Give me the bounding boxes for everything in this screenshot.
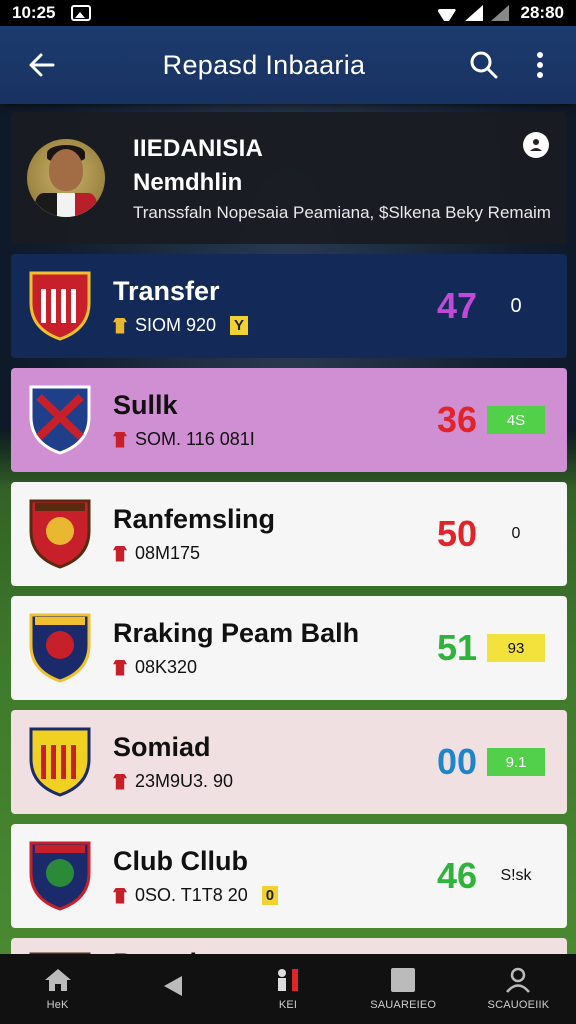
club-crest-icon: [27, 609, 93, 688]
club-subline: 0SO. T1T8 20 0: [113, 885, 279, 906]
club-name: Sullk: [113, 390, 178, 420]
nav-profile-label: SCAUOEIIK: [487, 999, 550, 1011]
shirt-icon: [113, 887, 127, 904]
shirt-icon: [113, 659, 127, 676]
club-row[interactable]: Club Cllub 0SO. T1T8 20 0 46 S!sk: [11, 824, 567, 928]
club-crest-icon: [27, 495, 93, 574]
club-score: 50: [436, 513, 478, 554]
nav-players-label: KEI: [278, 999, 298, 1011]
player-avatar: [27, 139, 105, 217]
club-score: 46: [436, 855, 478, 896]
club-text: Club Cllub 0SO. T1T8 20 0: [113, 846, 279, 906]
search-icon: [470, 51, 498, 79]
club-name: Rraking Peam Balh: [113, 618, 360, 648]
app-bar: Repasd Inbaaria: [0, 26, 576, 104]
club-name: Transfer: [113, 276, 220, 306]
club-crest-icon: [27, 837, 93, 916]
back-button[interactable]: [12, 35, 72, 95]
more-vertical-icon: [537, 52, 543, 78]
club-sub-text: 23M9U3. 90: [135, 771, 234, 791]
club-chip: 4S: [487, 406, 545, 434]
club-subline: 08K320: [113, 657, 359, 678]
status-bar: 10:25 28:80: [0, 0, 576, 26]
club-text: Transfer SIOM 920 Y: [113, 276, 249, 336]
club-sub-text: SOM. 116 081I: [135, 429, 255, 449]
club-score: 47: [436, 285, 478, 326]
club-subline: 23M9U3. 90: [113, 771, 233, 792]
nav-back[interactable]: [115, 954, 230, 1024]
nav-home-label: HeK: [46, 999, 69, 1011]
club-sub-text: 08M175: [135, 543, 201, 563]
shirt-icon: [113, 773, 127, 790]
club-text: Ranfemsling 08M175: [113, 504, 275, 564]
club-sub-text: SIOM 920: [135, 315, 217, 335]
shirt-icon: [113, 317, 127, 334]
square-icon: [391, 968, 416, 992]
nav-square[interactable]: SAUAREIEO: [346, 954, 461, 1024]
club-crest-icon: [27, 381, 93, 460]
more-options-button[interactable]: [512, 35, 568, 95]
arrow-left-icon: [29, 53, 55, 77]
shirt-icon: [113, 545, 127, 562]
club-chip: S!sk: [500, 867, 532, 884]
club-row[interactable]: Somiad 23M9U3. 90 00 9.1: [11, 710, 567, 814]
club-tag: 0: [261, 886, 279, 905]
club-sub-text: 0SO. T1T8 20: [135, 885, 248, 905]
user-icon: [530, 139, 542, 151]
club-chip: 9.1: [487, 748, 545, 776]
club-text: Somiad 23M9U3. 90: [113, 732, 233, 792]
club-subline: 08M175: [113, 543, 275, 564]
player-name-line2: Nemdhlin: [133, 168, 243, 196]
club-row[interactable]: Rraking Peam Balh 08K320 51 93: [11, 596, 567, 700]
club-sub-text: 08K320: [135, 657, 198, 677]
club-subline: SOM. 116 081I: [113, 429, 255, 450]
profile-icon: [506, 967, 531, 993]
club-text: Rraking Peam Balh 08K320: [113, 618, 359, 678]
player-info: IIEDANISIA Nemdhlin Transsfaln Nopesaia …: [133, 135, 553, 222]
club-name: Somiad: [113, 732, 211, 762]
page-title: Repasd Inbaaria: [162, 49, 366, 80]
shirt-icon: [113, 431, 127, 448]
transfer-list: IIEDANISIA Nemdhlin Transsfaln Nopesaia …: [11, 112, 567, 972]
club-tag: Y: [230, 316, 249, 335]
club-score: 00: [436, 741, 478, 782]
club-name: Club Cllub: [113, 846, 248, 876]
club-crest-icon: [27, 267, 93, 346]
players-icon: [278, 969, 298, 991]
club-row[interactable]: Sullk SOM. 116 081I 36 4S: [11, 368, 567, 472]
status-time: 10:25: [12, 3, 56, 22]
nav-profile[interactable]: SCAUOEIIK: [461, 954, 576, 1024]
player-profile-card[interactable]: IIEDANISIA Nemdhlin Transsfaln Nopesaia …: [11, 112, 567, 244]
club-row[interactable]: Ranfemsling 08M175 50 0: [11, 482, 567, 586]
home-icon: [44, 969, 71, 991]
search-button[interactable]: [456, 35, 512, 95]
nav-home[interactable]: HeK: [0, 954, 115, 1024]
back-triangle-icon: [163, 976, 182, 996]
signal-secondary-icon: [490, 5, 509, 21]
nav-players[interactable]: KEI: [230, 954, 345, 1024]
club-score: 51: [436, 627, 478, 668]
club-text: Sullk SOM. 116 081I: [113, 390, 255, 450]
club-row[interactable]: Transfer SIOM 920 Y 47 0: [11, 254, 567, 358]
club-chip: 93: [487, 634, 545, 662]
club-crest-icon: [27, 723, 93, 802]
signal-icon: [464, 5, 483, 21]
club-subline: SIOM 920 Y: [113, 315, 249, 336]
wifi-icon: [437, 5, 457, 21]
club-score: 36: [436, 399, 478, 440]
club-name: Ranfemsling: [113, 504, 276, 534]
user-icon-button[interactable]: [523, 132, 549, 158]
club-chip: 0: [510, 294, 522, 317]
image-notification-icon: [71, 5, 92, 21]
player-description: Transsfaln Nopesaia Peamiana, $Slkena Be…: [133, 202, 551, 222]
club-chip: 0: [511, 525, 521, 542]
nav-square-label: SAUAREIEO: [370, 999, 437, 1011]
player-name-line1: IIEDANISIA: [133, 134, 264, 162]
bottom-navigation: HeK KEI SAUAREIEO SCAUOEIIK: [0, 954, 576, 1024]
status-clock: 28:80: [520, 3, 564, 22]
